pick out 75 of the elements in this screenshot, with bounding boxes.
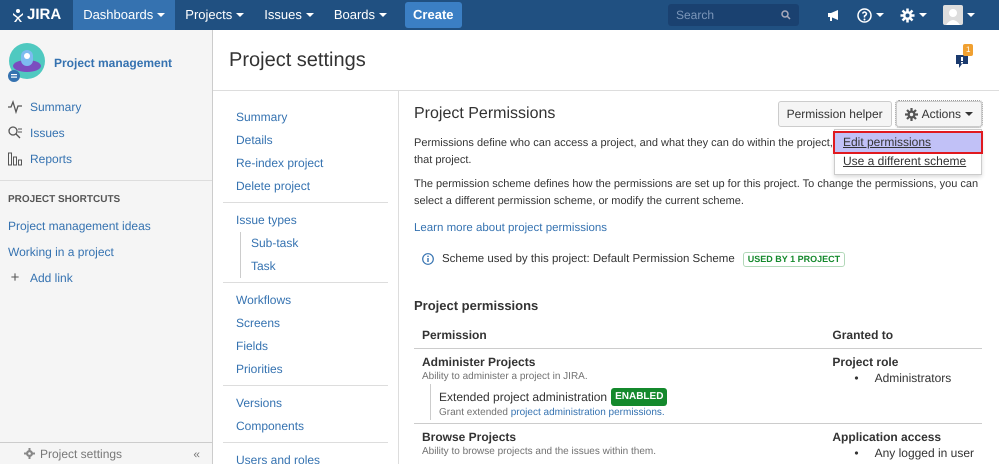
add-link[interactable]: + Add link	[0, 265, 212, 291]
grantee-item: Administrators	[874, 370, 952, 386]
logo-icon	[12, 8, 24, 22]
settings-nav-link[interactable]: Task	[241, 255, 388, 278]
section-heading: PROJECT SHORTCUTS	[0, 180, 212, 213]
settings-nav-link[interactable]: Details	[223, 129, 388, 152]
status-tag: ENABLED	[611, 388, 668, 406]
search-list-icon	[8, 126, 22, 140]
sidebar-footer-label[interactable]: Project settings	[40, 444, 122, 462]
plus-icon: +	[8, 266, 22, 290]
learn-more-link[interactable]: Learn more about project permissions	[414, 220, 608, 237]
notification-badge: 1	[963, 44, 974, 56]
grant-type: Project role	[832, 354, 900, 370]
nav-menu[interactable]: Boards	[324, 0, 398, 30]
extended-permission-name: Extended project administration	[439, 388, 608, 404]
scheme-status-tag: USED BY 1 PROJECT	[742, 252, 846, 268]
settings-nav-link[interactable]: Delete project	[223, 175, 388, 198]
menu-item[interactable]: Edit permissions	[835, 133, 981, 152]
sidebar-item[interactable]: Reports	[0, 146, 212, 172]
settings-nav-link[interactable]: Re-index project	[223, 152, 388, 175]
search-field[interactable]: Search	[668, 4, 799, 26]
pulse-icon	[8, 100, 22, 114]
permission-description: Ability to administer a project in JIRA.	[422, 370, 589, 384]
info-icon	[422, 253, 434, 266]
bar-chart-icon	[8, 152, 22, 166]
project-avatar-icon	[8, 42, 46, 84]
page-title: Project settings	[229, 48, 366, 72]
shortcut-link[interactable]: Project management ideas	[0, 213, 212, 239]
gear-icon	[24, 448, 35, 459]
sidebar-item[interactable]: Summary	[0, 94, 212, 120]
megaphone-icon[interactable]	[827, 9, 841, 21]
column-header: Permission	[414, 322, 824, 348]
settings-nav-link[interactable]: Issue types	[223, 209, 388, 232]
grant-type: Application access	[832, 428, 942, 444]
menu-item[interactable]: Use a different scheme	[835, 152, 981, 171]
nav-menu[interactable]: Projects	[175, 0, 254, 30]
settings-nav-link[interactable]: Priorities	[223, 358, 388, 381]
project-name[interactable]: Project management	[54, 54, 172, 72]
intro-text: Permissions define who can access a project, and what they can do within the project,	[414, 137, 833, 149]
search-icon	[781, 10, 791, 20]
nav-menu[interactable]: Issues	[254, 0, 324, 30]
collapse-button[interactable]: «	[193, 444, 200, 462]
settings-nav-link[interactable]: Components	[223, 415, 388, 438]
settings-nav-link[interactable]: Sub-task	[241, 232, 388, 255]
scheme-text: Scheme used by this project: Default Permission Scheme	[442, 252, 735, 267]
shortcut-link[interactable]: Working in a project	[0, 239, 212, 265]
gear-icon	[904, 108, 918, 120]
settings-nav-link[interactable]: Summary	[223, 106, 388, 129]
intro-text: that project.	[414, 154, 472, 166]
create-button[interactable]: Create	[405, 2, 462, 28]
permission-helper-button[interactable]: Permission helper	[778, 101, 892, 127]
settings-nav-link[interactable]: Fields	[223, 335, 388, 358]
actions-button[interactable]: Actions	[896, 101, 982, 127]
logo-text: JIRA	[27, 4, 62, 25]
grantee-item: Any logged in user	[874, 444, 974, 460]
settings-nav-link[interactable]: Screens	[223, 312, 388, 335]
settings-nav-link[interactable]: Workflows	[223, 289, 388, 312]
permission-name: Browse Projects	[422, 428, 518, 444]
bullet: •	[854, 444, 859, 460]
column-header: Granted to	[824, 322, 982, 348]
nav-menu[interactable]: Dashboards	[73, 0, 176, 30]
grant-text: Grant extended project administration permissions.	[439, 406, 666, 420]
section-title: Project Permissions	[414, 104, 556, 124]
table-heading: Project permissions	[414, 297, 540, 315]
permission-description: Ability to browse projects and the issues within them.	[422, 444, 657, 458]
help-icon[interactable]	[857, 8, 872, 22]
description-text: The permission scheme defines how the permissions are set up for this project. To change the permissions, you can select a different permission scheme, or modify the current scheme.	[414, 176, 980, 208]
settings-icon[interactable]	[900, 8, 915, 22]
permission-link[interactable]: project administration permissions.	[510, 406, 665, 418]
bullet: •	[854, 370, 859, 386]
settings-nav-link[interactable]: Users and roles	[223, 449, 388, 464]
feedback-icon[interactable]	[955, 52, 969, 69]
settings-nav-link[interactable]: Versions	[223, 392, 388, 415]
permission-name: Administer Projects	[422, 354, 536, 370]
sidebar-item[interactable]: Issues	[0, 120, 212, 146]
